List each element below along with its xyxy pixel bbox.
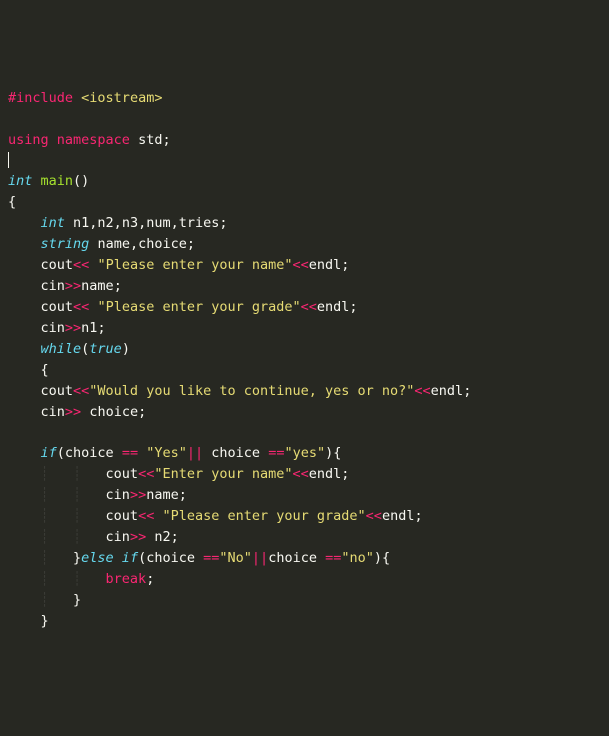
include-lib: <iostream> [81, 90, 162, 106]
code-line: ┊ ┊ cout<< "Please enter your grade"<<en… [8, 508, 423, 524]
cursor-line [8, 152, 9, 168]
code-line: if(choice == "Yes"|| choice =="yes"){ [8, 445, 341, 461]
code-line: int main() [8, 173, 89, 189]
code-line: cin>>name; [8, 278, 122, 294]
code-line: while(true) [8, 341, 130, 357]
code-line: cout<<"Would you like to continue, yes o… [8, 383, 471, 399]
code-line: #include <iostream> [8, 90, 162, 106]
code-line: ┊ }else if(choice =="No"||choice =="no")… [8, 550, 390, 566]
code-editor[interactable]: #include <iostream> using namespace std;… [8, 88, 601, 632]
code-line: cin>> choice; [8, 404, 146, 420]
code-line: { [8, 362, 49, 378]
main-func: main [41, 173, 74, 189]
code-line: ┊ ┊ cin>> n2; [8, 529, 179, 545]
code-line: cout<< "Please enter your grade"<<endl; [8, 299, 358, 315]
code-line: cin>>n1; [8, 320, 106, 336]
code-line: } [8, 613, 49, 629]
code-line: int n1,n2,n3,num,tries; [8, 215, 228, 231]
code-line: ┊ ┊ break; [8, 571, 154, 587]
code-line: ┊ ┊ cout<<"Enter your name"<<endl; [8, 466, 349, 482]
preproc: #include [8, 90, 73, 106]
code-line: cout<< "Please enter your name"<<endl; [8, 257, 349, 273]
code-line: using namespace std; [8, 132, 171, 148]
code-line: string name,choice; [8, 236, 195, 252]
text-cursor [8, 152, 9, 168]
code-line: { [8, 194, 16, 210]
code-line: ┊ ┊ cin>>name; [8, 487, 187, 503]
code-line: ┊ } [8, 592, 81, 608]
